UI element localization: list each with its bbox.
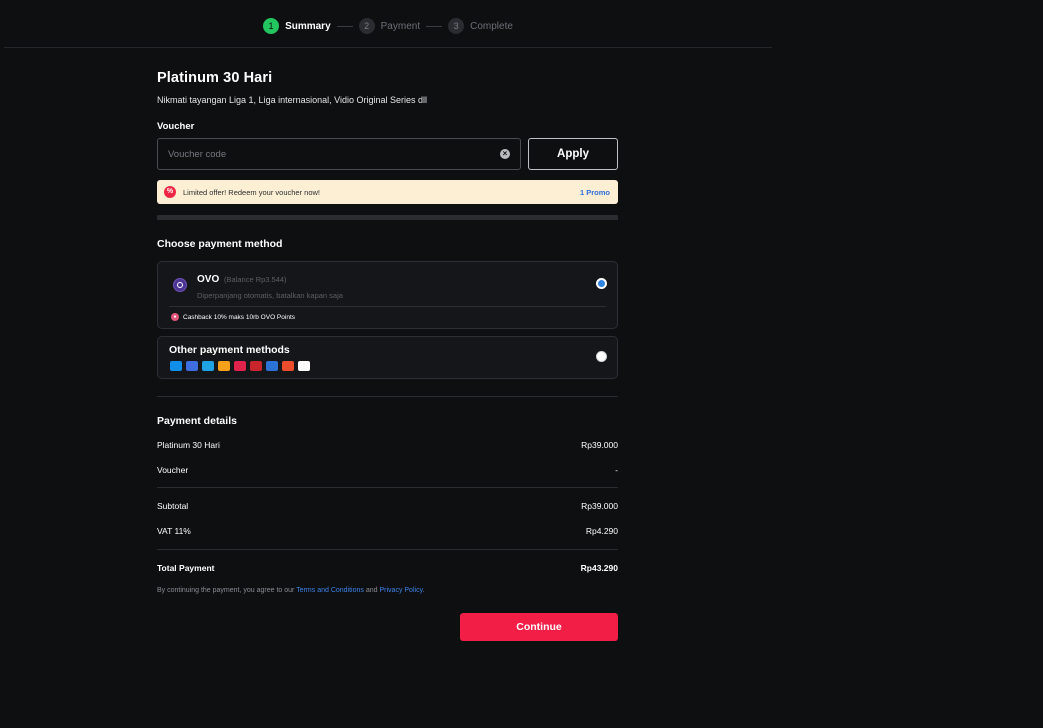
terms-prefix: By continuing the payment, you agree to … (157, 587, 295, 594)
promo-banner[interactable]: % Limited offer! Redeem your voucher now… (157, 180, 618, 204)
details-divider (157, 487, 618, 488)
step-payment: 2 Payment (358, 18, 421, 34)
bca-icon (218, 361, 230, 371)
card-divider (169, 306, 606, 307)
cashback-info: ● Cashback 10% maks 10rb OVO Points (171, 313, 295, 321)
payment-option-other[interactable]: Other payment methods (157, 336, 618, 379)
ovo-name-line: OVO (Balance Rp3.544) (197, 274, 287, 285)
total-value: Rp43.290 (580, 563, 618, 573)
progress-stepper: 1 Summary 2 Payment 3 Complete (0, 18, 776, 34)
privacy-link[interactable]: Privacy Policy (380, 587, 423, 594)
total-label: Total Payment (157, 563, 215, 573)
step-summary: 1 Summary (263, 18, 331, 34)
dana-icon (170, 361, 182, 371)
ovo-icon (173, 278, 187, 292)
vat-label: VAT 11% (157, 526, 191, 536)
indosat-icon (250, 361, 262, 371)
step-label: Payment (380, 20, 421, 32)
terms-link[interactable]: Terms and Conditions (296, 587, 364, 594)
detail-value: - (615, 465, 618, 475)
telkomsel-icon (234, 361, 246, 371)
payment-provider-icons (170, 361, 310, 371)
qris-icon (298, 361, 310, 371)
plan-description: Nikmati tayangan Liga 1, Liga internasio… (157, 95, 427, 105)
plan-title: Platinum 30 Hari (157, 70, 273, 86)
terms-and: and (365, 587, 378, 594)
shopeepay-icon (282, 361, 294, 371)
step-number: 1 (263, 18, 280, 34)
kredivo-icon (266, 361, 278, 371)
ovo-subtitle: Diperpanjang otomatis, batalkan kapan sa… (197, 291, 343, 300)
header-divider (4, 47, 772, 48)
section-divider (157, 215, 618, 220)
voucher-row: × Apply (157, 138, 618, 170)
detail-row: Platinum 30 Hari Rp39.000 (157, 439, 618, 451)
vat-row: VAT 11% Rp4.290 (157, 525, 618, 537)
other-methods-radio[interactable] (596, 351, 607, 362)
voucher-label: Voucher (157, 121, 195, 132)
linkaja-icon (186, 361, 198, 371)
ovo-balance: (Balance Rp3.544) (224, 275, 287, 284)
step-number: 2 (358, 18, 375, 34)
detail-value: Rp39.000 (581, 440, 618, 450)
step-label: Complete (470, 20, 513, 32)
terms-notice: By continuing the payment, you agree to … (157, 587, 618, 594)
detail-row: Voucher - (157, 464, 618, 476)
ovo-radio[interactable] (596, 278, 607, 289)
discount-icon: % (164, 186, 176, 198)
payment-method-title: Choose payment method (157, 238, 283, 250)
gopay-icon (202, 361, 214, 371)
subtotal-row: Subtotal Rp39.000 (157, 500, 618, 512)
payment-details-title: Payment details (157, 415, 237, 427)
step-number: 3 (448, 18, 465, 34)
detail-label: Voucher (157, 465, 189, 475)
detail-label: Platinum 30 Hari (157, 440, 220, 450)
other-methods-title: Other payment methods (169, 344, 290, 356)
voucher-input[interactable] (168, 148, 500, 160)
promo-count-link[interactable]: 1 Promo (580, 188, 610, 197)
step-connector (336, 25, 353, 27)
terms-suffix: . (422, 587, 425, 594)
checkout-summary: Platinum 30 Hari Nikmati tayangan Liga 1… (157, 70, 618, 641)
step-connector (426, 25, 443, 27)
payment-option-ovo[interactable]: OVO (Balance Rp3.544) Diperpanjang otoma… (157, 261, 618, 329)
clear-icon[interactable]: × (500, 149, 510, 159)
details-divider (157, 549, 618, 550)
apply-button[interactable]: Apply (528, 138, 618, 170)
step-label: Summary (285, 20, 331, 32)
subtotal-value: Rp39.000 (581, 501, 618, 511)
section-divider (157, 396, 618, 397)
cashback-text: Cashback 10% maks 10rb OVO Points (183, 313, 295, 321)
ovo-name: OVO (197, 274, 220, 285)
total-row: Total Payment Rp43.290 (157, 562, 618, 574)
subtotal-label: Subtotal (157, 501, 189, 511)
vat-value: Rp4.290 (585, 526, 618, 536)
voucher-field[interactable]: × (157, 138, 521, 170)
cashback-icon: ● (171, 313, 179, 321)
promo-text: Limited offer! Redeem your voucher now! (183, 187, 321, 197)
step-complete: 3 Complete (448, 18, 513, 34)
continue-button[interactable]: Continue (460, 613, 618, 641)
